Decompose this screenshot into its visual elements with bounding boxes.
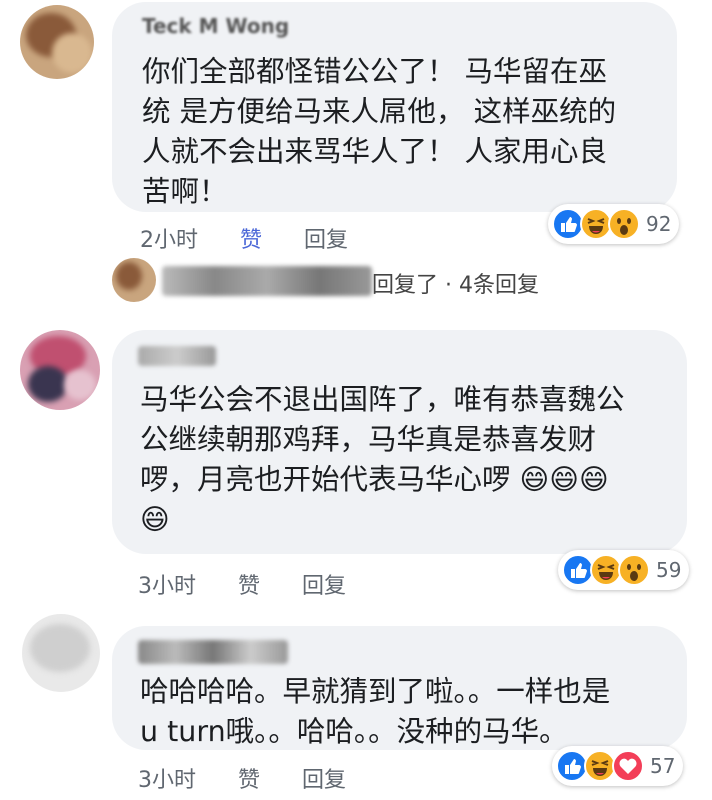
comment-text: 哈哈哈哈。早就猜到了啦。。一样也是 u turn哦。。哈哈。。没种的马华。: [140, 672, 680, 752]
comment-text-line: 哈哈哈哈。早就猜到了啦。。一样也是: [140, 675, 611, 708]
comment-author-blur: [138, 640, 288, 664]
comment-time[interactable]: 3小时: [138, 574, 196, 599]
reaction-summary[interactable]: 59: [558, 550, 690, 590]
comment-meta: 2小时 赞 回复: [140, 222, 348, 254]
comment-text-line: 人就不会出来骂华人了！ 人家用心良: [142, 135, 608, 168]
comment-time[interactable]: 3小时: [138, 768, 196, 793]
comment-text-line: 马华公会不退出国阵了，唯有恭喜魏公: [140, 383, 625, 416]
reaction-count: 92: [646, 212, 672, 236]
view-replies-link[interactable]: 回复了 · 4条回复: [372, 267, 539, 299]
comment-text-line: 😄: [140, 503, 170, 536]
avatar[interactable]: [20, 5, 94, 79]
comment-text-line: 你们全部都怪错公公了！ 马华留在巫: [142, 55, 608, 88]
like-button[interactable]: 赞: [238, 574, 260, 599]
comment-text: 你们全部都怪错公公了！ 马华留在巫 统 是方便给马来人屌他， 这样巫统的 人就不…: [142, 52, 662, 212]
love-icon: [612, 750, 644, 782]
reply-avatar[interactable]: [112, 258, 156, 302]
reaction-count: 59: [656, 558, 682, 582]
like-button[interactable]: 赞: [240, 228, 262, 253]
reply-button[interactable]: 回复: [302, 768, 346, 793]
avatar[interactable]: [22, 614, 100, 692]
reaction-count: 57: [650, 754, 676, 778]
wow-icon: [618, 554, 650, 586]
comment-meta: 3小时 赞 回复: [138, 762, 346, 794]
reply-button[interactable]: 回复: [304, 228, 348, 253]
avatar[interactable]: [20, 330, 100, 410]
reaction-summary[interactable]: 92: [548, 204, 680, 244]
comment-author-blur: [138, 346, 216, 366]
wow-icon: [608, 208, 640, 240]
reply-author-blur: [162, 266, 372, 296]
comment-meta: 3小时 赞 回复: [138, 568, 346, 600]
comment-text-line: 统 是方便给马来人屌他， 这样巫统的: [142, 95, 617, 128]
comment-text-line: 公继续朝那鸡拜，马华真是恭喜发财: [140, 423, 597, 456]
reply-button[interactable]: 回复: [302, 574, 346, 599]
comment-time[interactable]: 2小时: [140, 228, 198, 253]
comment-text-line: 啰，月亮也开始代表马华心啰 😄😄😄: [140, 463, 609, 496]
comment-text: 马华公会不退出国阵了，唯有恭喜魏公 公继续朝那鸡拜，马华真是恭喜发财 啰，月亮也…: [140, 380, 680, 540]
comment-author[interactable]: Teck M Wong: [142, 14, 289, 38]
like-button[interactable]: 赞: [238, 768, 260, 793]
reaction-summary[interactable]: 57: [552, 746, 684, 786]
